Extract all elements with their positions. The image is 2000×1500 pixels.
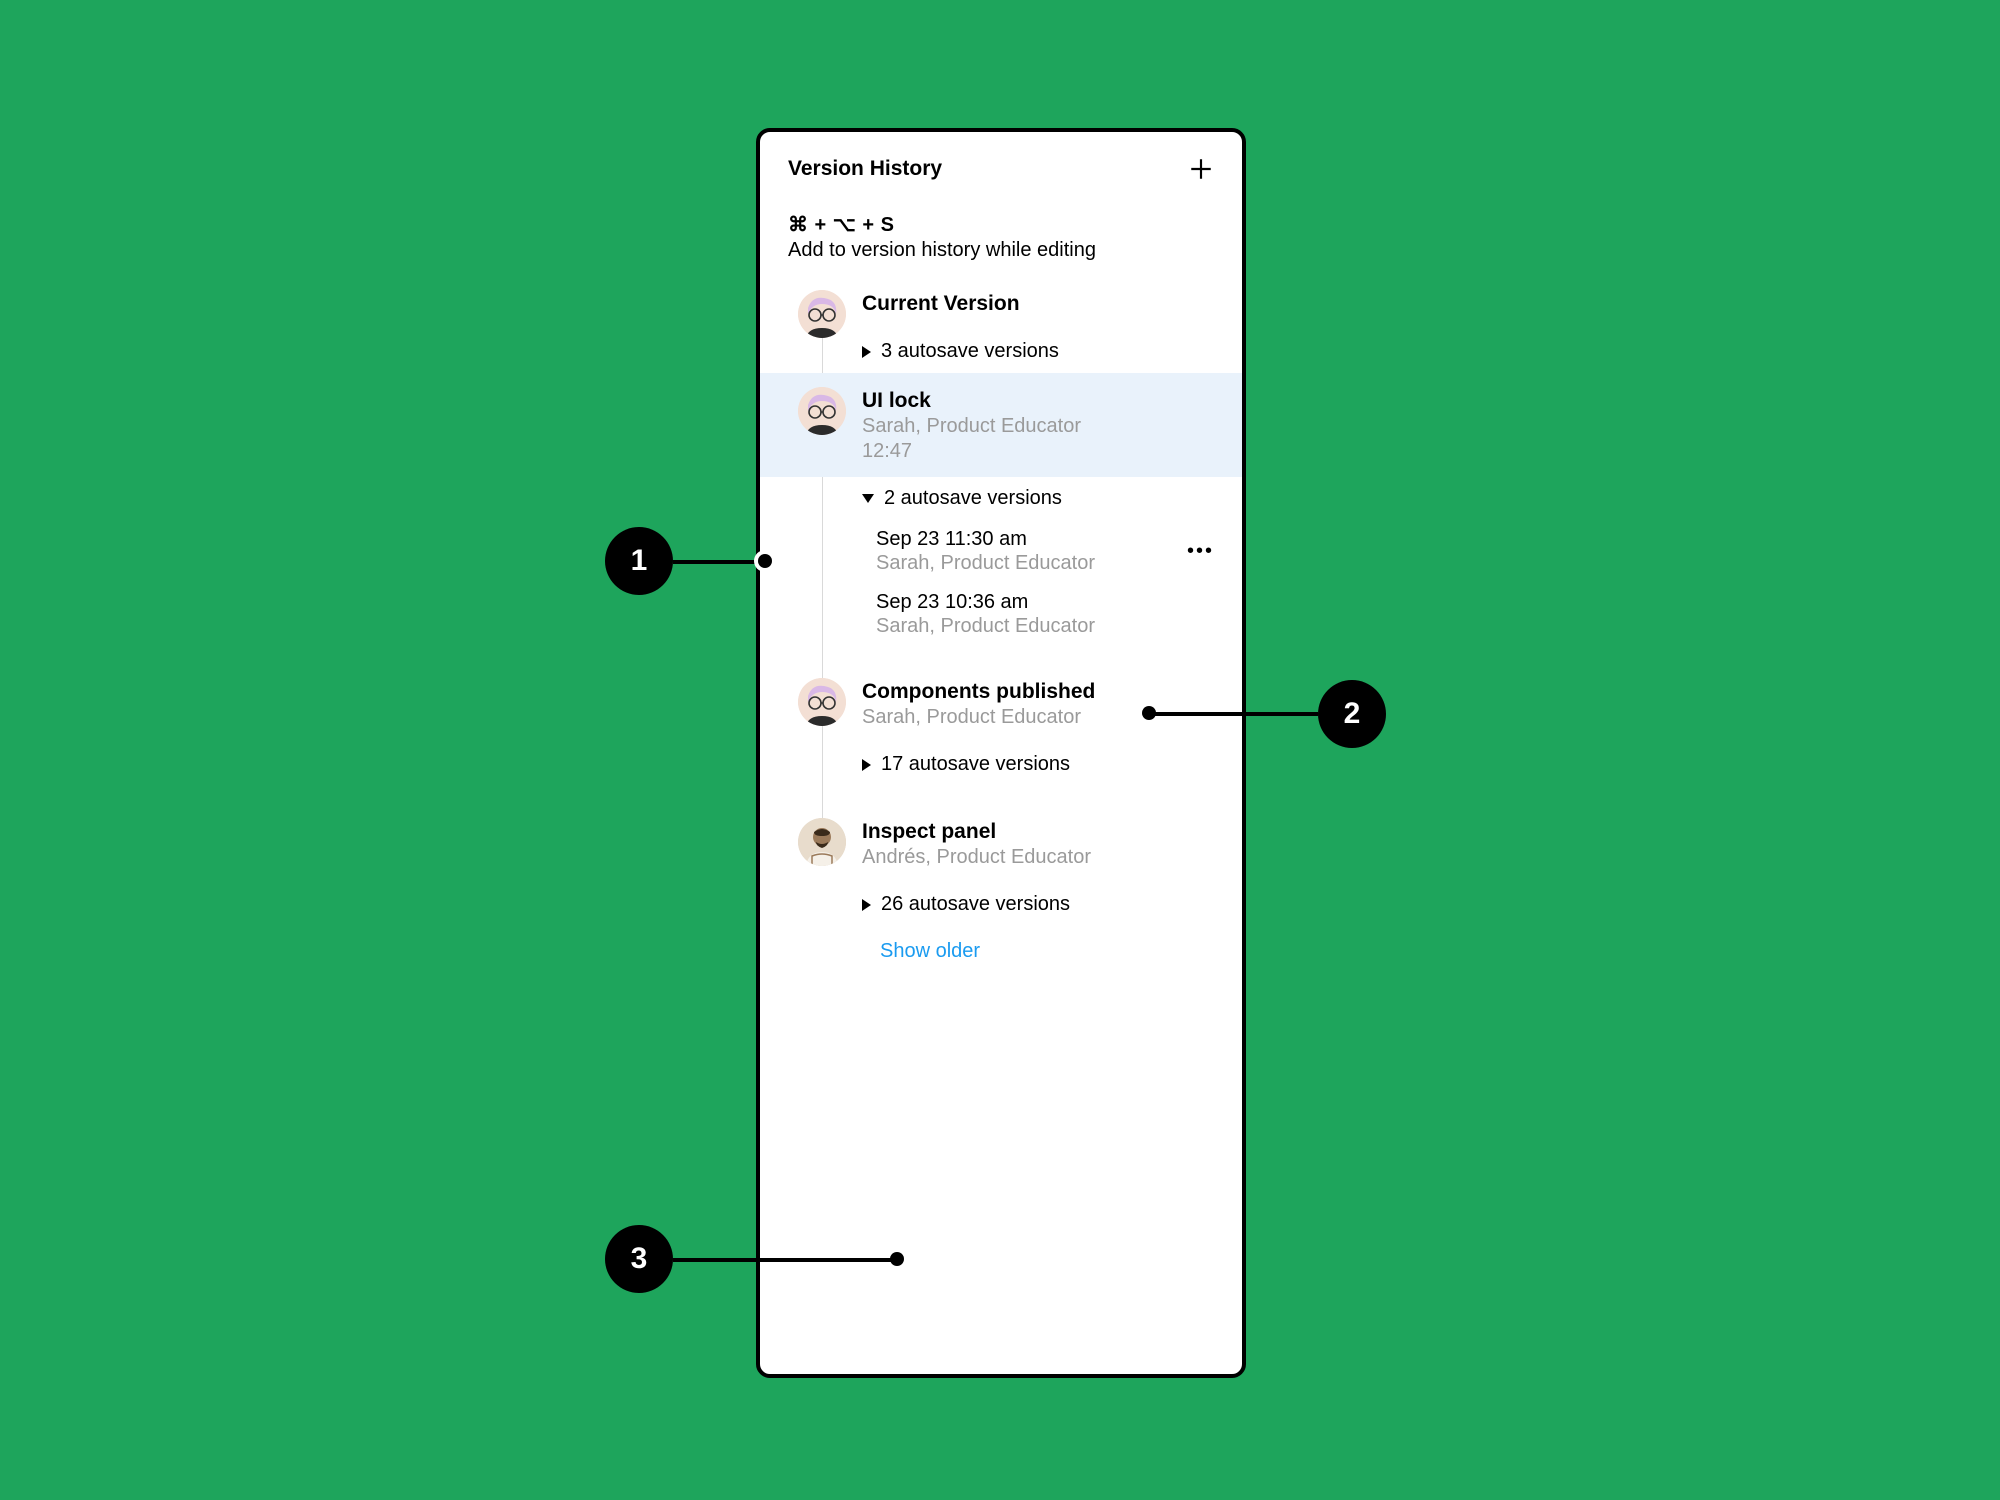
chevron-right-icon — [862, 759, 871, 771]
callout-badge-3: 3 — [605, 1225, 673, 1293]
chevron-down-icon — [862, 494, 874, 503]
callout-badge-1: 1 — [605, 527, 673, 595]
callout-number: 3 — [631, 1242, 648, 1276]
callout-badge-2: 2 — [1318, 680, 1386, 748]
callout-number: 1 — [631, 544, 648, 578]
version-components-published[interactable]: Components published Sarah, Product Educ… — [760, 664, 1242, 743]
callout-line — [1155, 712, 1318, 716]
avatar — [798, 387, 846, 435]
autosave-toggle-current[interactable]: 3 autosave versions — [760, 330, 1242, 373]
avatar — [798, 678, 846, 726]
show-older-link[interactable]: Show older — [880, 940, 980, 962]
version-title: Current Version — [862, 292, 1214, 316]
panel-title: Version History — [788, 157, 942, 181]
panel-header: Version History — [760, 132, 1242, 194]
version-title: Components published — [862, 680, 1214, 704]
version-author: Andrés, Product Educator — [862, 846, 1214, 869]
callout-dot — [758, 554, 772, 568]
version-inspect-panel[interactable]: Inspect panel Andrés, Product Educator — [760, 804, 1242, 883]
autosave-time: Sep 23 10:36 am — [876, 591, 1214, 614]
autosave-entry[interactable]: Sep 23 10:36 am Sarah, Product Educator — [760, 583, 1242, 646]
callout-dot — [1142, 706, 1156, 720]
more-options-icon[interactable]: ••• — [1187, 540, 1214, 563]
version-current[interactable]: Current Version — [760, 276, 1242, 330]
version-history-panel: Version History ⌘ + ⌥ + S Add to version… — [756, 128, 1246, 1378]
autosave-label: 2 autosave versions — [884, 487, 1062, 510]
timeline: Current Version 3 autosave versions — [760, 276, 1242, 997]
autosave-author: Sarah, Product Educator — [876, 552, 1214, 575]
callout-dot — [890, 1252, 904, 1266]
add-version-icon[interactable] — [1188, 156, 1214, 182]
version-title: Inspect panel — [862, 820, 1214, 844]
version-ui-lock[interactable]: UI lock Sarah, Product Educator 12:47 — [760, 373, 1242, 477]
autosave-toggle-ui-lock[interactable]: 2 autosave versions — [760, 477, 1242, 520]
autosave-toggle-inspect[interactable]: 26 autosave versions — [760, 883, 1242, 926]
avatar — [798, 290, 846, 338]
avatar — [798, 818, 846, 866]
autosave-author: Sarah, Product Educator — [876, 615, 1214, 638]
callout-number: 2 — [1344, 697, 1361, 731]
chevron-right-icon — [862, 346, 871, 358]
chevron-right-icon — [862, 899, 871, 911]
autosave-entry[interactable]: Sep 23 11:30 am Sarah, Product Educator … — [760, 520, 1242, 583]
autosave-time: Sep 23 11:30 am — [876, 528, 1214, 551]
shortcut-description: Add to version history while editing — [788, 239, 1214, 262]
shortcut-keys: ⌘ + ⌥ + S — [788, 212, 1214, 237]
autosave-label: 17 autosave versions — [881, 753, 1070, 776]
callout-line — [673, 1258, 893, 1262]
version-title: UI lock — [862, 389, 1214, 413]
version-author: Sarah, Product Educator — [862, 706, 1214, 729]
callout-line — [673, 560, 761, 564]
autosave-toggle-components[interactable]: 17 autosave versions — [760, 743, 1242, 786]
shortcut-hint: ⌘ + ⌥ + S Add to version history while e… — [760, 194, 1242, 276]
version-time: 12:47 — [862, 440, 1214, 463]
version-author: Sarah, Product Educator — [862, 415, 1214, 438]
autosave-label: 26 autosave versions — [881, 893, 1070, 916]
autosave-label: 3 autosave versions — [881, 340, 1059, 363]
show-older[interactable]: Show older — [760, 926, 1242, 977]
